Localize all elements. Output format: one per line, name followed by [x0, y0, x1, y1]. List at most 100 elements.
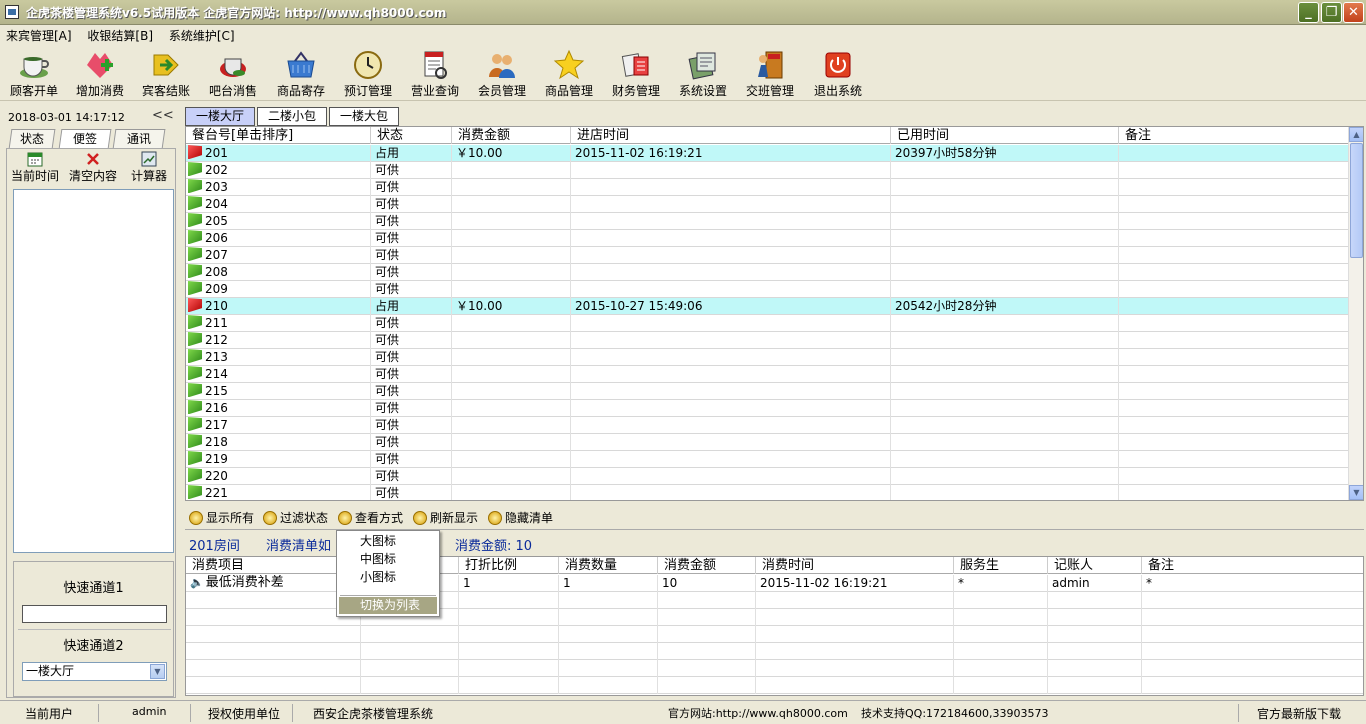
table-row[interactable]: 203 可供	[186, 179, 1349, 196]
cell-status: 可供	[371, 400, 452, 417]
header-time-in[interactable]: 进店时间	[571, 127, 891, 144]
menu-small-icons[interactable]: 小图标	[337, 569, 439, 586]
tab-status[interactable]: 状态	[8, 129, 56, 149]
member-button[interactable]: 会员管理	[469, 47, 535, 99]
available-flag-icon	[188, 179, 202, 193]
menu-cashier[interactable]: 收银结算[B]	[81, 25, 159, 44]
booking-button[interactable]: 预订管理	[335, 47, 401, 99]
tab-floor2-small[interactable]: 二楼小包	[257, 107, 327, 126]
scroll-thumb[interactable]	[1350, 143, 1363, 258]
detail-header-note[interactable]: 备注	[1142, 557, 1363, 574]
table-row[interactable]: 217 可供	[186, 417, 1349, 434]
hide-list-button[interactable]: 隐藏清单	[488, 509, 553, 526]
checkout-button[interactable]: 宾客结账	[133, 47, 199, 99]
header-note[interactable]: 备注	[1119, 127, 1349, 144]
detail-header-item[interactable]: 消费项目	[186, 557, 361, 574]
table-row[interactable]: 218 可供	[186, 434, 1349, 451]
cell-time-in: 2015-10-27 15:49:06	[571, 298, 891, 315]
header-amount[interactable]: 消费金额	[452, 127, 571, 144]
table-row[interactable]: 220 可供	[186, 468, 1349, 485]
menu-large-icons[interactable]: 大图标	[337, 533, 439, 550]
table-row[interactable]: 205 可供	[186, 213, 1349, 230]
cell-status: 可供	[371, 383, 452, 400]
detail-header-amount[interactable]: 消费金额	[658, 557, 756, 574]
detail-header-time[interactable]: 消费时间	[756, 557, 954, 574]
restore-button[interactable]: ❐	[1321, 2, 1342, 23]
cell-note	[1119, 264, 1349, 281]
cell-note	[1119, 366, 1349, 383]
status-licensee: 西安企虎茶楼管理系统	[313, 707, 434, 721]
calculator-button[interactable]: 计算器	[131, 151, 167, 184]
detail-cell-discount	[459, 609, 559, 626]
cell-amount	[452, 417, 571, 434]
available-flag-icon	[188, 315, 202, 329]
collapse-button[interactable]: <<	[152, 108, 174, 123]
bar-sales-button[interactable]: 吧台消售	[200, 47, 266, 99]
cell-used	[891, 468, 1119, 485]
menu-medium-icons[interactable]: 中图标	[337, 551, 439, 568]
detail-cell-amount	[658, 677, 756, 694]
show-all-button[interactable]: 显示所有	[189, 509, 254, 526]
status-website[interactable]: 官方网站:http://www.qh8000.com	[668, 705, 848, 721]
table-row[interactable]: 204 可供	[186, 196, 1349, 213]
table-row[interactable]: 208 可供	[186, 264, 1349, 281]
finance-button[interactable]: 财务管理	[603, 47, 669, 99]
shift-management-button[interactable]: 交班管理	[737, 47, 803, 99]
cell-no: 218	[186, 434, 371, 451]
tab-floor1-hall[interactable]: 一楼大厅	[185, 107, 255, 126]
current-time-button[interactable]: 当前时间	[11, 151, 59, 184]
menu-guest[interactable]: 来宾管理[A]	[0, 25, 78, 44]
table-row[interactable]: 213 可供	[186, 349, 1349, 366]
header-used-time[interactable]: 已用时间	[891, 127, 1119, 144]
header-table-no[interactable]: 餐台号[单击排序]	[186, 127, 371, 144]
close-button[interactable]: ✕	[1343, 2, 1364, 23]
cell-no: 210	[186, 298, 371, 315]
detail-cell-note: *	[1142, 575, 1363, 592]
goods-storage-button[interactable]: 商品寄存	[268, 47, 334, 99]
goods-management-button[interactable]: 商品管理	[536, 47, 602, 99]
tab-contact[interactable]: 通讯	[112, 129, 166, 149]
notes-textarea[interactable]	[13, 189, 174, 553]
table-row[interactable]: 214 可供	[186, 366, 1349, 383]
detail-header-qty[interactable]: 消费数量	[559, 557, 658, 574]
quick1-input[interactable]	[22, 605, 167, 623]
table-row[interactable]: 221 可供	[186, 485, 1349, 500]
tab-notes[interactable]: 便签	[58, 129, 112, 149]
table-row[interactable]: 212 可供	[186, 332, 1349, 349]
view-mode-button[interactable]: 查看方式	[338, 509, 403, 526]
scroll-down-icon[interactable]: ▼	[1349, 485, 1363, 500]
system-settings-button[interactable]: 系统设置	[670, 47, 736, 99]
clear-content-button[interactable]: 清空内容	[69, 151, 117, 184]
table-row[interactable]: 209 可供	[186, 281, 1349, 298]
detail-header-waiter[interactable]: 服务生	[954, 557, 1048, 574]
detail-header-discount[interactable]: 打折比例	[459, 557, 559, 574]
cell-amount	[452, 213, 571, 230]
tab-floor1-large[interactable]: 一楼大包	[329, 107, 399, 126]
table-row[interactable]: 216 可供	[186, 400, 1349, 417]
refresh-button[interactable]: 刷新显示	[413, 509, 478, 526]
business-query-button[interactable]: 营业查询	[402, 47, 468, 99]
table-row[interactable]: 202 可供	[186, 162, 1349, 179]
exit-system-button[interactable]: 退出系统	[805, 47, 871, 99]
table-row[interactable]: 206 可供	[186, 230, 1349, 247]
detail-header-clerk[interactable]: 记账人	[1048, 557, 1142, 574]
minimize-button[interactable]: _	[1298, 2, 1319, 23]
filter-status-button[interactable]: 过滤状态	[263, 509, 328, 526]
status-download-link[interactable]: 官方最新版下载	[1257, 705, 1341, 722]
cell-used	[891, 349, 1119, 366]
settings-icon	[688, 52, 716, 80]
table-row[interactable]: 201 占用 ￥10.00 2015-11-02 16:19:21 20397小时58分…	[186, 145, 1349, 162]
header-status[interactable]: 状态	[371, 127, 452, 144]
table-row[interactable]: 219 可供	[186, 451, 1349, 468]
table-row[interactable]: 207 可供	[186, 247, 1349, 264]
table-row[interactable]: 210 占用 ￥10.00 2015-10-27 15:49:06 20542小时28分…	[186, 298, 1349, 315]
open-order-button[interactable]: 顾客开单	[1, 47, 67, 99]
add-consumption-button[interactable]: 增加消费	[67, 47, 133, 99]
menu-switch-to-list[interactable]: 切换为列表	[339, 597, 437, 614]
room-table-scrollbar[interactable]: ▲ ▼	[1348, 127, 1363, 500]
table-row[interactable]: 211 可供	[186, 315, 1349, 332]
table-row[interactable]: 215 可供	[186, 383, 1349, 400]
menu-system[interactable]: 系统维护[C]	[163, 25, 241, 44]
scroll-up-icon[interactable]: ▲	[1349, 127, 1363, 142]
quick2-select[interactable]: 一楼大厅 ▼	[22, 662, 167, 681]
